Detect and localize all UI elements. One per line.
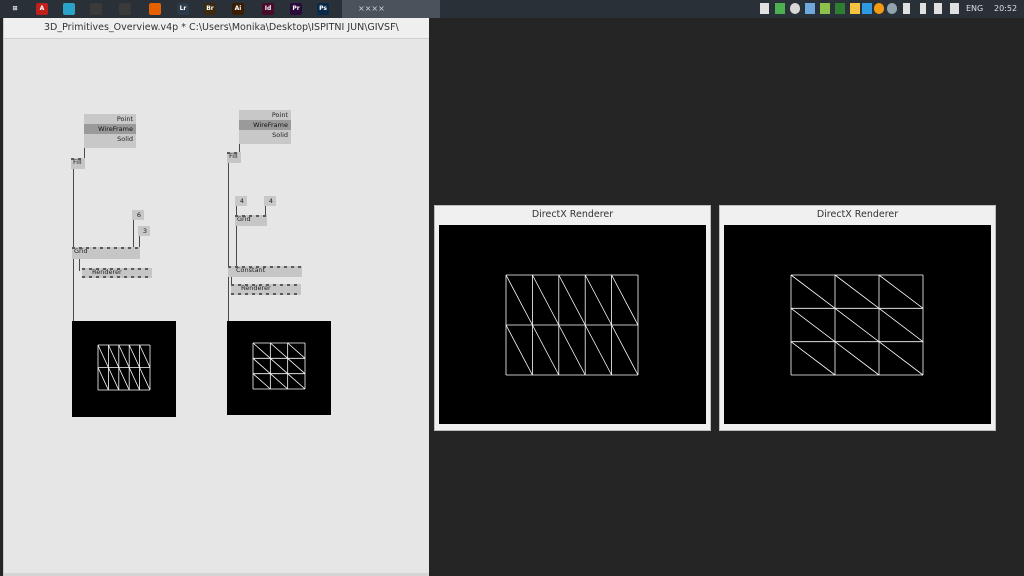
clock[interactable]: 20:52 [994, 0, 1017, 18]
grid-diagonal-line [505, 324, 533, 376]
grid-diagonal-line [532, 274, 560, 326]
grid-diagonal-line [252, 342, 271, 359]
fill-option-point[interactable]: Point [84, 114, 136, 124]
patch-title: 3D_Primitives_Overview.v4p * C:\Users\Mo… [4, 18, 429, 39]
grid-diagonal-line [878, 274, 924, 309]
windows-start-icon[interactable]: ⊞ [9, 3, 21, 15]
grid-diagonal-line [287, 373, 306, 390]
patch-window: 3D_Primitives_Overview.v4p * C:\Users\Mo… [3, 18, 429, 576]
grid-diagonal-line [139, 344, 151, 368]
fill-mode-enum-left[interactable]: Point WireFrame Solid [84, 114, 136, 148]
folder-tray-icon[interactable] [850, 3, 860, 14]
cloud-icon[interactable] [790, 3, 800, 14]
preview-renderer-right[interactable] [227, 321, 331, 415]
grid-diagonal-line [878, 308, 924, 342]
grid-diagonal-line [270, 373, 288, 390]
renderer-viewport[interactable] [724, 225, 991, 424]
grid-diagonal-line [558, 274, 586, 326]
directx-renderer-window-2[interactable]: DirectX Renderer [719, 205, 996, 431]
grid-diagonal-line [128, 367, 140, 391]
update-icon[interactable] [862, 3, 872, 14]
grid-diagonal-line [611, 274, 639, 326]
directx-renderer-window-1[interactable]: DirectX Renderer [434, 205, 711, 431]
app-tray-icon[interactable] [820, 3, 830, 14]
language-indicator[interactable]: ENG [966, 0, 983, 18]
fill-mode-enum-right[interactable]: Point WireFrame Solid [239, 110, 291, 144]
constant-node[interactable]: Constant [228, 266, 302, 277]
grid-diagonal-line [611, 324, 639, 376]
grid-diagonal-line [505, 274, 533, 326]
bridge-icon[interactable]: Br [204, 3, 216, 15]
firefox-icon[interactable] [149, 3, 161, 15]
fill-option-wireframe[interactable]: WireFrame [84, 124, 136, 134]
grid-diagonal-line [270, 358, 288, 374]
grid-diagonal-line [118, 367, 130, 391]
taskbar: ⊞ A Lr Br Ai Id Pr Ps ×××× ENG 20:52 [0, 0, 1024, 18]
fill-option-solid[interactable]: Solid [84, 134, 136, 144]
grid-node-right[interactable]: Grid [235, 215, 267, 226]
grid-diagonal-line [834, 274, 880, 309]
fill-option-solid[interactable]: Solid [239, 130, 291, 140]
renderer-title: DirectX Renderer [816, 209, 899, 220]
renderer-node-right[interactable]: Renderer [231, 284, 301, 295]
grid-diagonal-line [834, 341, 880, 376]
preview-renderer-left[interactable] [72, 321, 176, 417]
grid-diagonal-line [118, 344, 130, 368]
grid-diagonal-line [108, 344, 120, 368]
renderer-title: DirectX Renderer [531, 209, 614, 220]
grid-diagonal-line [139, 367, 151, 391]
grid-diagonal-line [878, 341, 924, 376]
resolution-x-input-right[interactable]: 4 [235, 196, 247, 206]
fill-node-right[interactable]: Fill [227, 152, 241, 163]
volume-icon[interactable] [950, 3, 959, 14]
network-share-icon[interactable] [775, 3, 785, 14]
resolution-x-input-left[interactable]: 6 [132, 210, 144, 220]
flag-icon[interactable] [903, 3, 910, 14]
renderer-viewport[interactable] [439, 225, 706, 424]
taskbar-active-task[interactable]: ×××× [342, 0, 440, 18]
acrobat-icon[interactable]: A [36, 3, 48, 15]
grid-diagonal-line [834, 308, 880, 342]
grid-diagonal-line [287, 342, 306, 359]
grid-diagonal-line [790, 308, 836, 342]
grid-node-left[interactable]: Grid [72, 247, 140, 259]
inkscape-icon[interactable] [119, 3, 131, 15]
grid-diagonal-line [790, 274, 836, 309]
photoshop-icon[interactable]: Ps [317, 3, 329, 15]
bluetooth-icon[interactable] [805, 3, 815, 14]
grid-diagonal-line [584, 274, 612, 326]
illustrator-icon[interactable]: Ai [232, 3, 244, 15]
grid-diagonal-line [252, 358, 271, 374]
grid-diagonal-line [790, 341, 836, 376]
grid-diagonal-line [252, 373, 271, 390]
sketch-icon[interactable] [63, 3, 75, 15]
battery-icon[interactable] [920, 3, 926, 14]
grid-diagonal-line [270, 342, 288, 359]
fill-option-wireframe[interactable]: WireFrame [239, 120, 291, 130]
indesign-icon[interactable]: Id [262, 3, 274, 15]
fill-option-point[interactable]: Point [239, 110, 291, 120]
grid-diagonal-line [97, 367, 109, 391]
grid-diagonal-line [128, 344, 140, 368]
resolution-y-input-left[interactable]: 3 [138, 226, 150, 236]
film-icon[interactable] [90, 3, 102, 15]
windows-logo-icon[interactable] [760, 3, 769, 14]
grid-diagonal-line [584, 324, 612, 376]
sync-icon[interactable] [887, 3, 897, 14]
nvidia-icon[interactable] [835, 3, 845, 14]
grid-diagonal-line [558, 324, 586, 376]
orange-tray-icon[interactable] [874, 3, 884, 14]
grid-diagonal-line [97, 344, 109, 368]
renderer-node-left[interactable]: Renderer [82, 268, 152, 278]
resolution-y-input-right[interactable]: 4 [264, 196, 276, 206]
grid-diagonal-line [287, 358, 306, 374]
grid-diagonal-line [532, 324, 560, 376]
wifi-icon[interactable] [934, 3, 942, 14]
premiere-icon[interactable]: Pr [290, 3, 302, 15]
fill-node-left[interactable]: Fill [71, 158, 85, 169]
grid-diagonal-line [108, 367, 120, 391]
lightroom-icon[interactable]: Lr [177, 3, 189, 15]
